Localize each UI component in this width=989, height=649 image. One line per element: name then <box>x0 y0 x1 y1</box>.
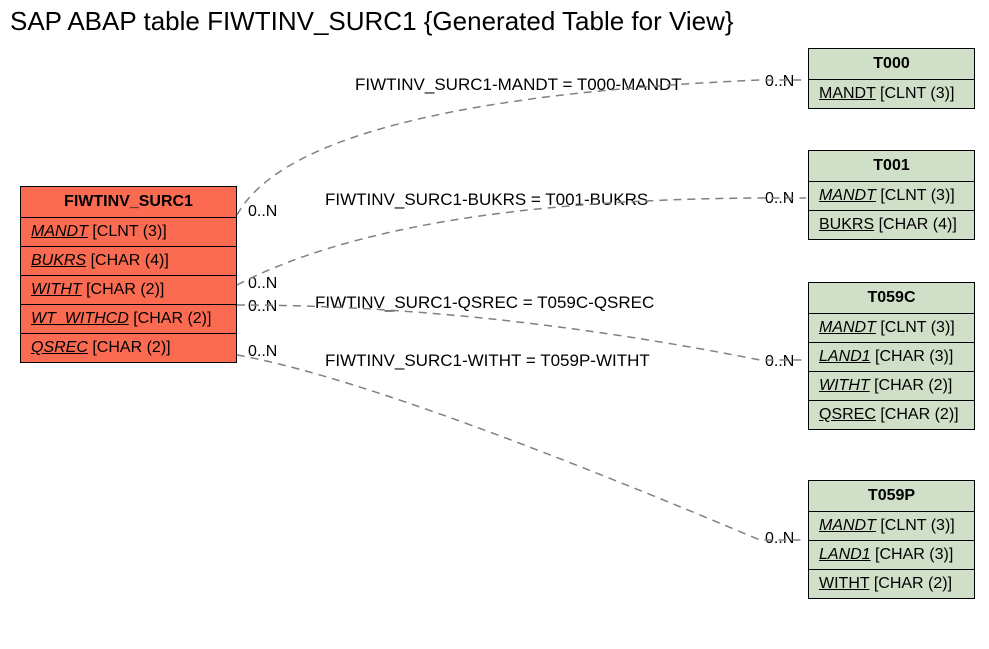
entity-t001: T001 MANDT [CLNT (3)] BUKRS [CHAR (4)] <box>808 150 975 240</box>
cardinality-left: 0..N <box>248 275 277 293</box>
entity-t059c-field: QSREC [CHAR (2)] <box>809 401 974 429</box>
entity-t001-field: BUKRS [CHAR (4)] <box>809 211 974 239</box>
cardinality-left: 0..N <box>248 203 277 221</box>
entity-t059c-field: LAND1 [CHAR (3)] <box>809 343 974 372</box>
entity-t059c-field: MANDT [CLNT (3)] <box>809 314 974 343</box>
connection-label: FIWTINV_SURC1-QSREC = T059C-QSREC <box>315 293 654 313</box>
entity-t059p-header: T059P <box>809 481 974 512</box>
entity-main-field: WITHT [CHAR (2)] <box>21 276 236 305</box>
entity-t059c-field: WITHT [CHAR (2)] <box>809 372 974 401</box>
entity-t000: T000 MANDT [CLNT (3)] <box>808 48 975 109</box>
entity-main-header: FIWTINV_SURC1 <box>21 187 236 218</box>
entity-t059p: T059P MANDT [CLNT (3)] LAND1 [CHAR (3)] … <box>808 480 975 599</box>
entity-t000-header: T000 <box>809 49 974 80</box>
entity-t000-field: MANDT [CLNT (3)] <box>809 80 974 108</box>
entity-t059p-field: MANDT [CLNT (3)] <box>809 512 974 541</box>
entity-main: FIWTINV_SURC1 MANDT [CLNT (3)] BUKRS [CH… <box>20 186 237 363</box>
entity-main-field: BUKRS [CHAR (4)] <box>21 247 236 276</box>
cardinality-left: 0..N <box>248 343 277 361</box>
entity-t059p-field: LAND1 [CHAR (3)] <box>809 541 974 570</box>
cardinality-right: 0..N <box>765 353 794 371</box>
cardinality-right: 0..N <box>765 73 794 91</box>
connection-label: FIWTINV_SURC1-BUKRS = T001-BUKRS <box>325 190 648 210</box>
cardinality-right: 0..N <box>765 190 794 208</box>
entity-main-field: WT_WITHCD [CHAR (2)] <box>21 305 236 334</box>
connection-label: FIWTINV_SURC1-MANDT = T000-MANDT <box>355 75 682 95</box>
page-title: SAP ABAP table FIWTINV_SURC1 {Generated … <box>10 6 734 37</box>
cardinality-right: 0..N <box>765 530 794 548</box>
entity-t001-field: MANDT [CLNT (3)] <box>809 182 974 211</box>
connection-label: FIWTINV_SURC1-WITHT = T059P-WITHT <box>325 351 650 371</box>
entity-t059c: T059C MANDT [CLNT (3)] LAND1 [CHAR (3)] … <box>808 282 975 430</box>
entity-main-field: MANDT [CLNT (3)] <box>21 218 236 247</box>
entity-t059p-field: WITHT [CHAR (2)] <box>809 570 974 598</box>
entity-main-field: QSREC [CHAR (2)] <box>21 334 236 362</box>
cardinality-left: 0..N <box>248 298 277 316</box>
entity-t001-header: T001 <box>809 151 974 182</box>
entity-t059c-header: T059C <box>809 283 974 314</box>
